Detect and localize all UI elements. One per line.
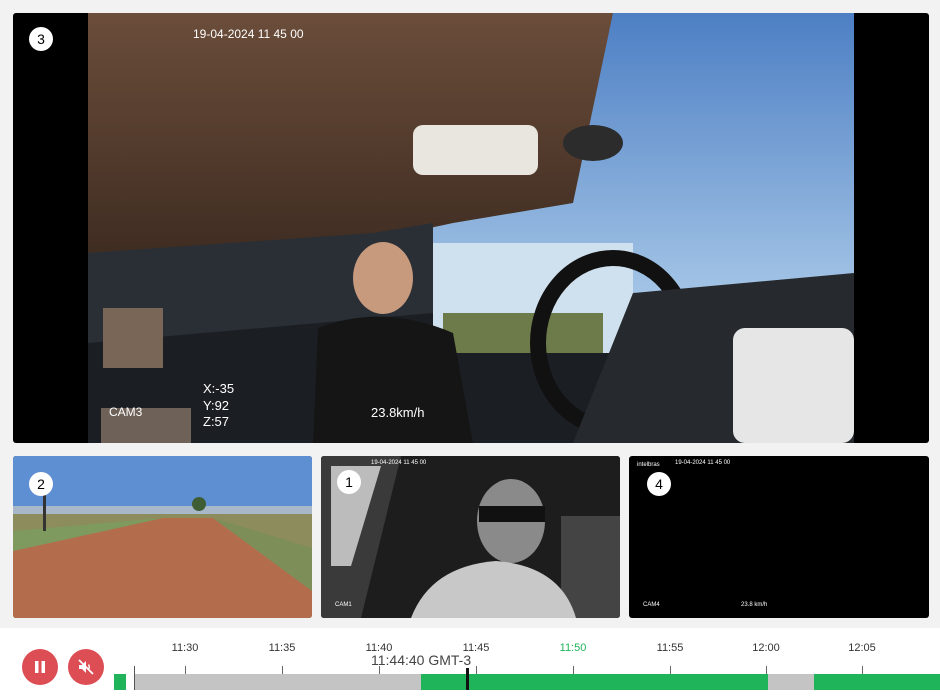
gsensor-y: Y:92 xyxy=(203,398,230,413)
timeline-left-border xyxy=(134,666,135,690)
timeline-gap-segment[interactable] xyxy=(134,674,421,690)
playback-timeline-bar: 11:30 11:35 11:40 11:45 11:50 11:55 12:00 12:05… xyxy=(0,628,940,700)
camera-label-overlay: CAM4 xyxy=(643,602,660,608)
tick-mark xyxy=(670,666,671,674)
gsensor-x: X:-35 xyxy=(203,381,235,396)
timestamp-overlay: 19-04-2024 11 45 00 xyxy=(675,460,731,466)
gsensor-z: Z:57 xyxy=(203,414,230,429)
brand-overlay: intelbras xyxy=(637,462,660,468)
current-time-label: 11:44:40 GMT-3 xyxy=(371,652,472,668)
mute-button[interactable] xyxy=(68,649,104,685)
timestamp-overlay: 19-04-2024 11 45 00 xyxy=(193,27,304,41)
tick-label: 11:55 xyxy=(656,642,684,654)
tick-label: 12:05 xyxy=(848,642,876,654)
timestamp-overlay: 19-04-2024 11 45 00 xyxy=(371,460,427,466)
tick-mark xyxy=(573,666,574,674)
camera-number-badge: 3 xyxy=(29,27,53,51)
camera-label-overlay: CAM3 xyxy=(109,405,143,419)
road-scene xyxy=(13,456,312,618)
tick-mark xyxy=(766,666,767,674)
pause-icon xyxy=(35,661,45,673)
cabin-scene xyxy=(88,13,854,443)
tick-mark xyxy=(185,666,186,674)
tick-mark xyxy=(476,666,477,674)
tick-label: 11:30 xyxy=(171,642,199,654)
timeline-recorded-segment[interactable] xyxy=(421,674,768,690)
camera-view-1[interactable]: 1 19-04-2024 11 45 00 CAM1 xyxy=(321,456,620,618)
tick-mark xyxy=(282,666,283,674)
camera-view-3[interactable]: 3 19-04-2024 11 45 00 X:-35 Y:92 Z:57 CA… xyxy=(13,13,929,443)
timeline-recorded-segment[interactable] xyxy=(814,674,940,690)
camera-number-badge: 1 xyxy=(337,470,361,494)
speed-overlay: 23.8 km/h xyxy=(741,602,768,608)
camera-view-4[interactable]: intelbras 19-04-2024 11 45 00 4 CAM4 23.… xyxy=(629,456,929,618)
timeline-gap-segment[interactable] xyxy=(768,674,814,690)
tick-mark xyxy=(862,666,863,674)
speaker-muted-icon xyxy=(78,659,94,675)
driver-ir-scene xyxy=(321,456,620,618)
tick-label: 12:00 xyxy=(752,642,780,654)
camera-label-overlay: CAM1 xyxy=(335,602,352,608)
speed-overlay: 23.8km/h xyxy=(371,405,425,420)
playhead[interactable] xyxy=(466,668,469,690)
camera-number-badge: 4 xyxy=(647,472,671,496)
camera-number-badge: 2 xyxy=(29,472,53,496)
tick-label: 11:50 xyxy=(559,642,587,654)
recording-marker[interactable] xyxy=(114,674,126,690)
camera-view-2[interactable]: 2 xyxy=(13,456,312,618)
pause-button[interactable] xyxy=(22,649,58,685)
tick-label: 11:35 xyxy=(268,642,296,654)
